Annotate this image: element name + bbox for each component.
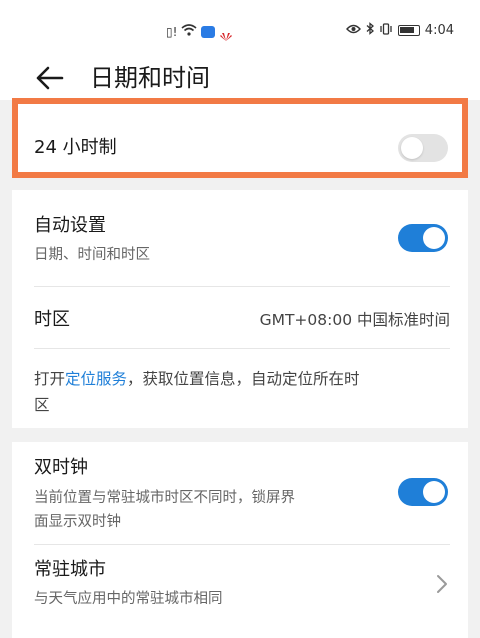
app-header: 日期和时间: [0, 58, 480, 100]
auto-set-toggle[interactable]: [398, 224, 448, 252]
dual-clock-title: 双时钟: [34, 457, 88, 478]
vibrate-icon: [379, 22, 393, 38]
location-hint-line2: 区: [34, 396, 50, 414]
dual-clock-toggle[interactable]: [398, 478, 448, 506]
toggle-knob: [423, 481, 445, 503]
timezone-value: GMT+08:00 中国标准时间: [259, 311, 450, 329]
chevron-right-icon: [437, 575, 447, 593]
status-time: 4:04: [424, 22, 454, 38]
status-right-icons: 4:04: [345, 22, 454, 38]
divider: [34, 286, 450, 287]
eye-comfort-icon: [345, 23, 361, 37]
location-hint-prefix: 打开: [34, 370, 66, 388]
hour24-card: 24 小时制: [12, 104, 468, 172]
divider: [34, 348, 450, 349]
hour24-label: 24 小时制: [34, 137, 117, 158]
status-left-icons: ▯!: [166, 24, 233, 41]
dual-clock-subtitle-line2: 面显示双时钟: [34, 514, 121, 530]
location-service-link[interactable]: 定位服务: [65, 370, 127, 388]
bluetooth-icon: [366, 22, 374, 38]
huawei-logo-icon: [219, 27, 233, 41]
toggle-knob: [423, 227, 445, 249]
notification-alert-icon: ▯!: [166, 24, 178, 39]
location-hint: 打开定位服务，获取位置信息，自动定位所在时 区: [34, 366, 360, 418]
toggle-knob: [401, 137, 423, 159]
auto-set-subtitle: 日期、时间和时区: [34, 247, 150, 263]
dual-clock-subtitle: 当前位置与常驻城市时区不同时，锁屏界 面显示双时钟: [34, 486, 295, 534]
divider: [34, 544, 450, 545]
battery-icon: [397, 24, 420, 36]
cloud-app-icon: [201, 25, 216, 38]
home-city-subtitle: 与天气应用中的常驻城市相同: [34, 591, 223, 607]
page-title: 日期和时间: [90, 64, 210, 92]
hour24-toggle[interactable]: [398, 134, 448, 162]
dual-clock-card: 双时钟 当前位置与常驻城市时区不同时，锁屏界 面显示双时钟 常驻城市 与天气应用…: [12, 442, 468, 638]
auto-set-title: 自动设置: [34, 215, 106, 236]
status-bar: ▯! 4:04: [0, 0, 480, 58]
dual-clock-subtitle-line1: 当前位置与常驻城市时区不同时，锁屏界: [34, 490, 295, 506]
wifi-icon: [181, 24, 197, 39]
phone-screen: ▯! 4:04 日期和时间 24 小时制 自动设置 日期、时间和时区 时区 GM…: [0, 0, 480, 638]
timezone-title: 时区: [34, 309, 70, 330]
location-hint-line1: ，获取位置信息，自动定位所在时: [127, 370, 360, 388]
home-city-title: 常驻城市: [34, 559, 106, 580]
auto-settings-card: 自动设置 日期、时间和时区 时区 GMT+08:00 中国标准时间 打开定位服务…: [12, 190, 468, 428]
back-arrow-icon[interactable]: [34, 64, 64, 92]
